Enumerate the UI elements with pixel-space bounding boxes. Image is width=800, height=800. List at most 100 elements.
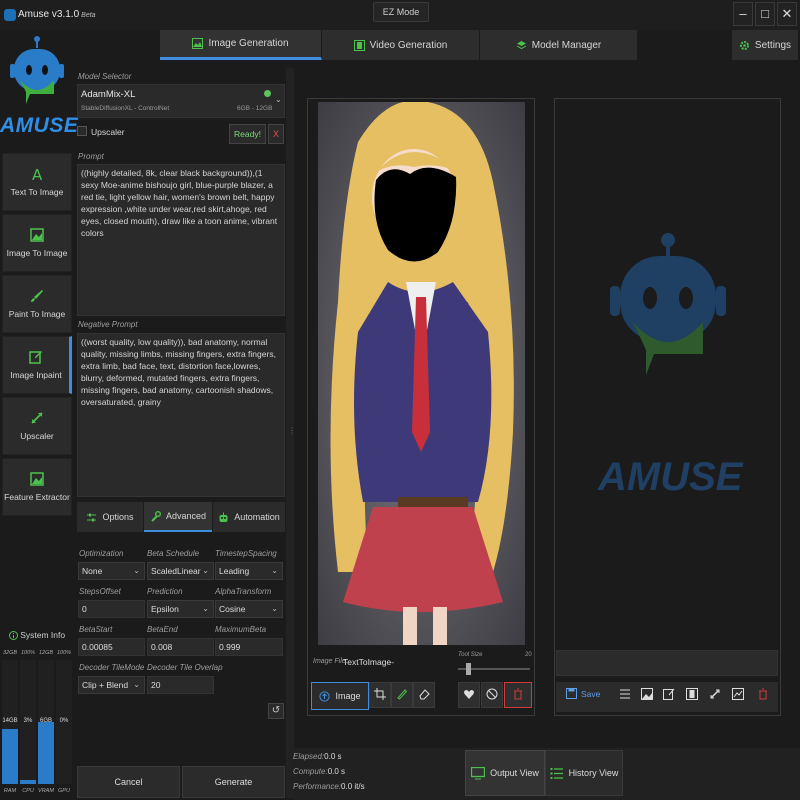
delete-button[interactable]	[504, 682, 532, 708]
upscaler-label: Upscaler	[91, 127, 125, 137]
model-unload-button[interactable]: X	[268, 124, 284, 144]
image-button[interactable]: Image	[311, 682, 369, 710]
elapsed-stat: Elapsed:0.0 s	[293, 752, 342, 761]
beta-schedule-label: Beta Schedule	[147, 549, 200, 558]
svg-text:A: A	[32, 167, 43, 181]
beta-start-input[interactable]: 0.00085	[78, 638, 145, 656]
ram-value: 14GB	[2, 718, 18, 724]
app-icon	[4, 9, 16, 21]
reset-button[interactable]: ↺	[268, 703, 284, 719]
vram-bar-fill	[38, 722, 54, 784]
maximum-beta-input[interactable]: 0.999	[215, 638, 283, 656]
alpha-transform-label: AlphaTransform	[215, 587, 272, 596]
optimization-select[interactable]: None ⌄	[78, 562, 145, 580]
vram-max-label: 12GB	[38, 650, 54, 656]
pencil-icon	[396, 688, 408, 702]
system-info-title: System Info	[2, 630, 72, 641]
watermark-text: AMUSE	[598, 455, 743, 499]
nav-paint-to-image[interactable]: Paint To Image	[2, 275, 72, 333]
expand-icon[interactable]	[709, 688, 721, 702]
eraser-tool-button[interactable]	[413, 682, 435, 708]
slider-thumb[interactable]	[466, 663, 471, 675]
monitor-icon	[471, 766, 486, 780]
image-icon[interactable]	[641, 688, 653, 702]
feature-image-icon[interactable]	[732, 688, 744, 702]
settings-button[interactable]: Settings	[732, 30, 798, 60]
ez-mode-button[interactable]: EZ Mode	[373, 2, 429, 22]
nav-image-inpaint[interactable]: Image Inpaint	[2, 336, 72, 394]
minimize-button[interactable]: –	[733, 2, 753, 26]
edit-icon[interactable]	[663, 688, 675, 702]
history-search-field[interactable]	[556, 650, 778, 676]
tab-options[interactable]: Options	[77, 502, 143, 532]
generated-image[interactable]	[318, 102, 525, 645]
gear-icon	[739, 40, 750, 51]
brush-tool-button[interactable]	[391, 682, 413, 708]
upscaler-checkbox[interactable]	[77, 126, 87, 136]
stack-icon	[516, 40, 527, 51]
beta-end-input[interactable]: 0.008	[147, 638, 214, 656]
tab-automation[interactable]: Automation	[213, 502, 285, 532]
status-dot	[264, 90, 271, 97]
timestep-spacing-select[interactable]: Leading ⌄	[215, 562, 283, 580]
ram-bar-fill	[2, 729, 18, 784]
nav-upscaler[interactable]: Upscaler	[2, 397, 72, 455]
chevron-down-icon: ⌄	[271, 566, 278, 575]
decoder-tile-overlap-input[interactable]: 20	[147, 676, 214, 694]
ram-label: RAM	[3, 788, 17, 794]
robot-icon	[218, 512, 229, 523]
tab-image-generation[interactable]: Image Generation	[160, 30, 322, 60]
save-button[interactable]: Save	[566, 688, 600, 699]
gpu-value: 0%	[59, 718, 69, 724]
cpu-value: 3%	[23, 718, 33, 724]
app-title: Amuse v3.1.0 Beta	[18, 9, 96, 20]
optimization-label: Optimization	[79, 549, 124, 558]
nav-image-to-image[interactable]: Image To Image	[2, 214, 72, 272]
performance-stat: Performance:0.0 it/s	[293, 782, 365, 791]
generate-button[interactable]: Generate	[182, 766, 285, 798]
ram-max-label: 32GB	[2, 650, 18, 656]
decoder-tile-mode-select[interactable]: Clip + Blend ⌄	[78, 676, 145, 694]
crop-button[interactable]	[369, 682, 391, 708]
cancel-button[interactable]: Cancel	[77, 766, 180, 798]
gpu-label: GPU	[58, 788, 70, 794]
output-view-button[interactable]: Output View	[465, 750, 545, 796]
image-icon	[30, 472, 44, 486]
film-icon[interactable]	[686, 688, 698, 702]
history-view-button[interactable]: History View	[545, 750, 623, 796]
negative-prompt-textarea[interactable]: ((worst quality, low quality)), bad anat…	[77, 333, 285, 497]
alpha-transform-select[interactable]: Cosine ⌄	[215, 600, 283, 618]
panel-splitter[interactable]: ⋮	[286, 68, 296, 798]
maximize-button[interactable]: □	[755, 2, 775, 26]
brush-icon	[30, 289, 44, 303]
cpu-max-label: 100%	[20, 650, 36, 656]
block-button[interactable]	[481, 682, 503, 708]
compute-stat: Compute:0.0 s	[293, 767, 346, 776]
list-icon	[550, 767, 564, 780]
nav-text-to-image[interactable]: A Text To Image	[2, 153, 72, 211]
vram-label: VRAM	[38, 788, 54, 794]
model-selector-label: Model Selector	[78, 72, 132, 81]
prompt-textarea[interactable]: ((highly detailed, 8k, clear black backg…	[77, 164, 285, 316]
sliders-icon	[86, 512, 97, 523]
model-name: AdamMix-XL	[81, 89, 136, 100]
trash-icon[interactable]	[757, 688, 769, 702]
model-selector[interactable]: AdamMix-XL StableDiffusionXL - ControlNe…	[77, 84, 285, 118]
favorite-button[interactable]	[458, 682, 480, 708]
tab-model-manager[interactable]: Model Manager	[480, 30, 638, 60]
prediction-select[interactable]: Epsilon ⌄	[147, 600, 214, 618]
beta-schedule-select[interactable]: ScaledLinear ⌄	[147, 562, 214, 580]
tab-advanced[interactable]: Advanced	[144, 502, 212, 532]
close-window-button[interactable]: ✕	[777, 2, 797, 26]
decoder-tile-mode-label: Decoder TileMode	[79, 663, 145, 672]
maximum-beta-label: MaximumBeta	[215, 625, 267, 634]
tool-size-slider[interactable]	[458, 663, 530, 675]
chevron-down-icon: ⌄	[202, 566, 209, 575]
tab-label: Video Generation	[369, 39, 448, 51]
nav-feature-extractor[interactable]: Feature Extractor	[2, 458, 72, 516]
cpu-label: CPU	[22, 788, 34, 794]
steps-offset-input[interactable]: 0	[78, 600, 145, 618]
list-icon[interactable]	[619, 688, 631, 702]
ready-button[interactable]: Ready!	[229, 124, 266, 144]
tab-video-generation[interactable]: Video Generation	[322, 30, 480, 60]
